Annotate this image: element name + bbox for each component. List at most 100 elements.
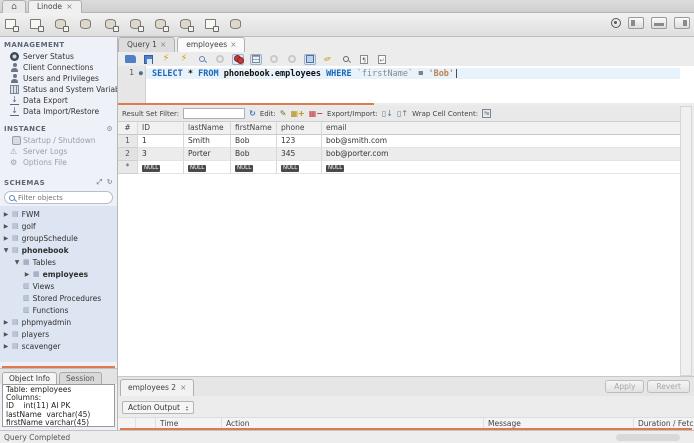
tab-session[interactable]: Session	[59, 372, 102, 384]
revert-button[interactable]: Revert	[647, 380, 690, 393]
horizontal-scrollbar[interactable]	[616, 434, 680, 441]
create-view-icon[interactable]	[129, 18, 144, 32]
open-sql-script-icon[interactable]	[29, 18, 44, 32]
collapse-arrow-icon[interactable]: ▼	[3, 247, 9, 254]
sidebar-item-system-variables[interactable]: Status and System Variables	[0, 84, 117, 95]
server-status-icon[interactable]	[54, 18, 69, 32]
toggle-stop-on-error-icon[interactable]	[234, 55, 244, 64]
delete-row-icon[interactable]: ▦−	[309, 109, 323, 119]
home-tab[interactable]: ⌂	[2, 0, 26, 13]
toggle-bottom-panel-button[interactable]	[651, 17, 667, 29]
close-icon[interactable]: ×	[230, 40, 236, 49]
create-schema-icon[interactable]	[79, 18, 94, 32]
col-header-num[interactable]: #	[118, 122, 138, 135]
cell-null[interactable]: NULL	[277, 161, 322, 174]
toggle-autocommit-icon[interactable]	[306, 55, 314, 63]
sidebar-item-data-export[interactable]: ↓ Data Export	[0, 95, 117, 106]
tab-result-employees-2[interactable]: employees 2 ×	[120, 379, 195, 396]
selector-spinner-icon[interactable]: ▴ ▾	[186, 404, 188, 411]
sql-code-editor[interactable]: 1 ● SELECT * FROM phonebook.employees WH…	[118, 66, 694, 103]
new-row-placeholder[interactable]: * NULL NULL NULL NULL NULL	[118, 161, 680, 174]
create-table-icon[interactable]	[104, 18, 119, 32]
tree-item-fwm[interactable]: ▶ ▤ FWM	[0, 208, 117, 220]
cell-id[interactable]: 1	[138, 135, 184, 148]
stop-query-icon[interactable]	[216, 55, 224, 63]
sidebar-item-server-logs[interactable]: ⚠ Server Logs	[0, 146, 117, 157]
limit-rows-icon[interactable]	[252, 55, 260, 63]
table-row[interactable]: 2 3 Porter Bob 345 bob@porter.com	[118, 148, 680, 161]
output-selector[interactable]: Action Output ▴ ▾	[122, 401, 194, 414]
col-header-time[interactable]: Time	[156, 418, 222, 428]
tab-employees[interactable]: employees ×	[177, 37, 246, 52]
close-icon[interactable]: ×	[66, 2, 73, 11]
sidebar-item-client-connections[interactable]: Client Connections	[0, 62, 117, 73]
tree-item-stored-procedures[interactable]: ▥ Stored Procedures	[0, 292, 117, 304]
beautify-sql-icon[interactable]: ✏	[320, 52, 335, 66]
cell-phone[interactable]: 123	[277, 135, 322, 148]
expand-collapse-icon[interactable]: ⤢	[97, 178, 103, 187]
sidebar-item-server-status[interactable]: Server Status	[0, 51, 117, 62]
sidebar-item-startup-shutdown[interactable]: Startup / Shutdown	[0, 135, 117, 146]
apply-button[interactable]: Apply	[605, 380, 645, 393]
tab-query-1[interactable]: Query 1 ×	[118, 37, 176, 52]
toggle-right-panel-button[interactable]	[674, 17, 690, 29]
wrap-text-icon[interactable]: ↵	[378, 54, 386, 64]
close-icon[interactable]: ×	[180, 383, 186, 392]
col-header-email[interactable]: email	[322, 122, 680, 135]
col-header-action[interactable]: Action	[222, 418, 484, 428]
cell-null[interactable]: NULL	[322, 161, 680, 174]
execute-query-icon[interactable]: ⚡	[160, 54, 172, 65]
explain-plan-icon[interactable]	[199, 56, 205, 62]
col-header-message[interactable]: Message	[484, 418, 634, 428]
create-function-icon[interactable]	[179, 18, 194, 32]
tree-item-employees[interactable]: ▶ ▦ employees	[0, 268, 117, 280]
expand-arrow-icon[interactable]: ▶	[3, 319, 9, 326]
cell-null[interactable]: NULL	[184, 161, 231, 174]
tree-item-views[interactable]: ▥ Views	[0, 280, 117, 292]
close-icon[interactable]: ×	[160, 40, 166, 49]
invisible-characters-icon[interactable]: ¶	[360, 54, 368, 64]
instance-config-icon[interactable]: ⚙	[106, 125, 113, 133]
open-file-icon[interactable]	[124, 55, 136, 63]
cell-firstname[interactable]: Bob	[231, 135, 277, 148]
sidebar-item-options-file[interactable]: ⚙ Options File	[0, 157, 117, 168]
tree-item-phpmyadmin[interactable]: ▶ ▤ phpmyadmin	[0, 316, 117, 328]
connection-tab[interactable]: Linode ×	[28, 0, 82, 13]
export-recordset-icon[interactable]: ▯↓	[382, 109, 393, 119]
tree-item-groupschedule[interactable]: ▶ ▤ groupSchedule	[0, 232, 117, 244]
collapse-arrow-icon[interactable]: ▼	[14, 259, 20, 266]
editor-splitter-highlight[interactable]	[118, 103, 374, 105]
expand-arrow-icon[interactable]: ▶	[3, 223, 9, 230]
expand-arrow-icon[interactable]: ▶	[24, 271, 30, 278]
tree-item-tables[interactable]: ▼ ▦ Tables	[0, 256, 117, 268]
commit-icon[interactable]	[270, 55, 278, 63]
tab-object-info[interactable]: Object Info	[2, 372, 58, 384]
col-header-duration[interactable]: Duration / Fetch	[634, 418, 694, 428]
expand-arrow-icon[interactable]: ▶	[3, 343, 9, 350]
save-icon[interactable]	[143, 54, 153, 64]
col-header-id[interactable]: ID	[138, 122, 184, 135]
result-side-panel-collapsed[interactable]	[680, 106, 692, 376]
col-header-firstname[interactable]: firstName	[231, 122, 277, 135]
cell-null[interactable]: NULL	[138, 161, 184, 174]
expand-arrow-icon[interactable]: ▶	[3, 235, 9, 242]
add-row-icon[interactable]: ▦+	[290, 109, 304, 119]
create-procedure-icon[interactable]	[154, 18, 169, 32]
cell-lastname[interactable]: Porter	[184, 148, 231, 161]
import-records-icon[interactable]: ▯↑	[397, 109, 408, 119]
col-header-phone[interactable]: phone	[277, 122, 322, 135]
tree-item-golf[interactable]: ▶ ▤ golf	[0, 220, 117, 232]
cell-id[interactable]: 3	[138, 148, 184, 161]
refresh-schemas-icon[interactable]: ↻	[107, 178, 113, 187]
expand-arrow-icon[interactable]: ▶	[3, 211, 9, 218]
edit-record-icon[interactable]: ✎	[280, 109, 287, 119]
search-table-data-icon[interactable]	[204, 18, 219, 32]
rollback-icon[interactable]	[288, 55, 296, 63]
result-filter-input[interactable]	[183, 108, 246, 119]
cell-lastname[interactable]: Smith	[184, 135, 231, 148]
tree-item-phonebook[interactable]: ▼ ▤ phonebook	[0, 244, 117, 256]
col-header-lastname[interactable]: lastName	[184, 122, 231, 135]
sidebar-item-users-privileges[interactable]: Users and Privileges	[0, 73, 117, 84]
status-circle-icon[interactable]	[611, 18, 621, 28]
cell-email[interactable]: bob@porter.com	[322, 148, 680, 161]
